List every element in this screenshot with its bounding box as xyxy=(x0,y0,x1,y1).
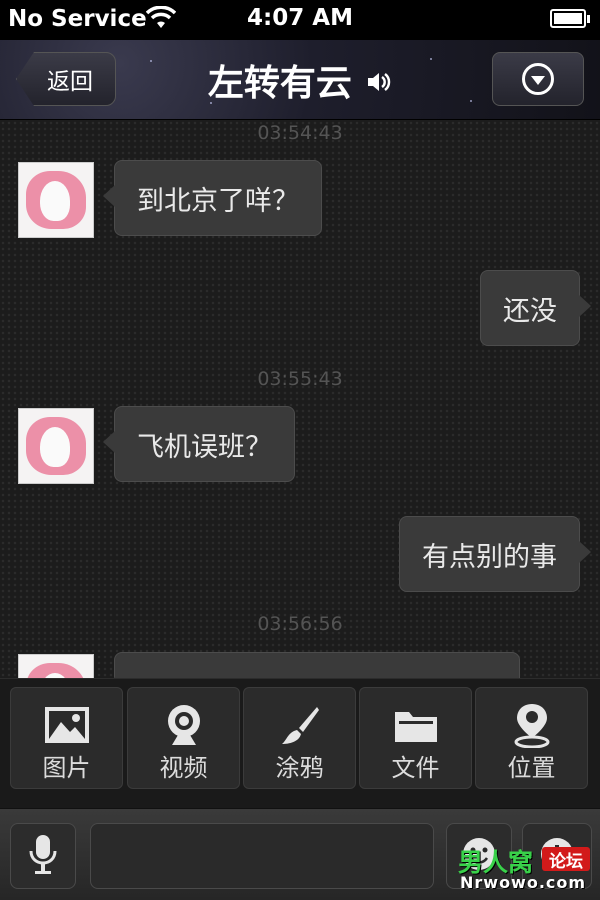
microphone-icon xyxy=(28,833,58,879)
nav-bar: 返回 左转有云 xyxy=(0,40,600,120)
doodle-button-label: 涂鸦 xyxy=(275,754,324,782)
avatar[interactable] xyxy=(18,654,94,680)
speaker-icon xyxy=(358,72,392,100)
battery-icon xyxy=(550,9,590,28)
status-bar: No Service 4:07 AM xyxy=(0,0,600,40)
watermark-logo: 男人窝 论坛 Nrwowo.com xyxy=(458,843,594,897)
avatar[interactable] xyxy=(18,408,94,484)
message-text: 飞机误班？ xyxy=(137,431,272,463)
menu-button[interactable] xyxy=(492,52,584,106)
chat-title-text: 左转有云 xyxy=(207,63,352,104)
watermark-tag: 论坛 xyxy=(542,847,590,872)
file-button-label: 文件 xyxy=(391,754,440,782)
message-bubble-incoming[interactable]: 到北京了咩？ xyxy=(103,160,322,236)
location-icon xyxy=(476,704,587,748)
watermark-url: Nrwowo.com xyxy=(460,873,587,892)
voice-input-button[interactable] xyxy=(10,823,76,889)
message-text: 有点别的事 xyxy=(422,541,557,573)
video-button-label: 视频 xyxy=(159,754,208,782)
message-bubble-incoming[interactable]: 飞机误班？ xyxy=(103,406,295,482)
attachment-panel: 图片 视频 涂鸦 文件 位置 xyxy=(0,678,600,808)
message-bubble-outgoing[interactable]: 有点别的事 xyxy=(399,516,591,592)
clock: 4:07 AM xyxy=(247,5,353,31)
file-button[interactable]: 文件 xyxy=(359,687,472,789)
avatar[interactable] xyxy=(18,162,94,238)
video-button[interactable]: 视频 xyxy=(127,687,240,789)
message-timestamp: 03:55:43 xyxy=(257,368,343,390)
folder-icon xyxy=(360,704,471,746)
image-icon xyxy=(11,704,122,746)
chat-area[interactable]: 03:54:43 到北京了咩？ 还没 03:55:43 飞机误班？ 有点别的事 … xyxy=(0,120,600,680)
image-button-label: 图片 xyxy=(42,754,91,782)
doodle-button[interactable]: 涂鸦 xyxy=(243,687,356,789)
message-text: 还没 xyxy=(503,295,557,327)
location-button[interactable]: 位置 xyxy=(475,687,588,789)
chevron-down-icon xyxy=(522,63,554,95)
message-input[interactable] xyxy=(90,823,434,889)
image-button[interactable]: 图片 xyxy=(10,687,123,789)
message-timestamp: 03:56:56 xyxy=(257,613,343,635)
message-bubble-incoming[interactable] xyxy=(103,652,520,680)
webcam-icon xyxy=(128,704,239,746)
brush-icon xyxy=(244,704,355,746)
location-button-label: 位置 xyxy=(507,754,556,782)
message-text: 到北京了咩？ xyxy=(137,185,299,217)
message-bubble-outgoing[interactable]: 还没 xyxy=(480,270,591,346)
message-timestamp: 03:54:43 xyxy=(257,122,343,144)
